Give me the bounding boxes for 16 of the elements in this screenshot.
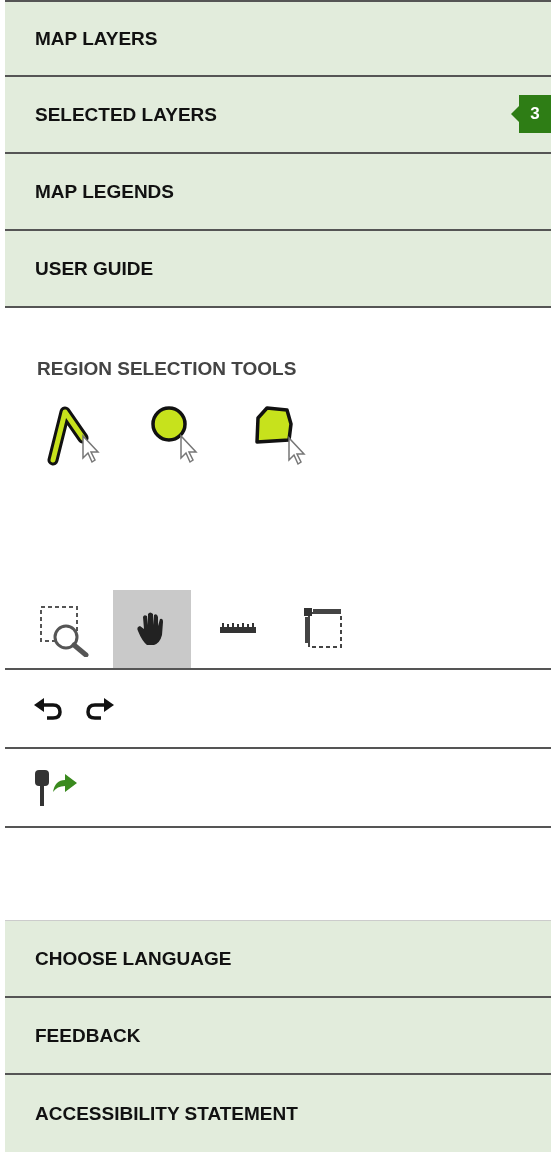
menu-item[interactable]: MAP LAYERS — [5, 0, 551, 77]
undo-button[interactable] — [33, 696, 63, 721]
ruler-icon — [219, 622, 257, 636]
redo-icon — [85, 696, 115, 721]
count-badge: 3 — [511, 95, 551, 133]
menu-item[interactable]: ACCESSIBILITY STATEMENT — [5, 1075, 551, 1152]
menu-item[interactable]: USER GUIDE — [5, 231, 551, 308]
area-ruler-icon — [303, 607, 345, 651]
undo-icon — [33, 696, 63, 721]
menu-item[interactable]: SELECTED LAYERS 3 — [5, 77, 551, 154]
menu-item[interactable]: CHOOSE LANGUAGE — [5, 921, 551, 998]
redo-button[interactable] — [85, 696, 115, 721]
menu-item[interactable]: MAP LEGENDS — [5, 154, 551, 231]
section-heading: REGION SELECTION TOOLS — [36, 357, 298, 380]
menu-item[interactable]: FEEDBACK — [5, 998, 551, 1075]
map-tool-button[interactable] — [113, 590, 191, 668]
